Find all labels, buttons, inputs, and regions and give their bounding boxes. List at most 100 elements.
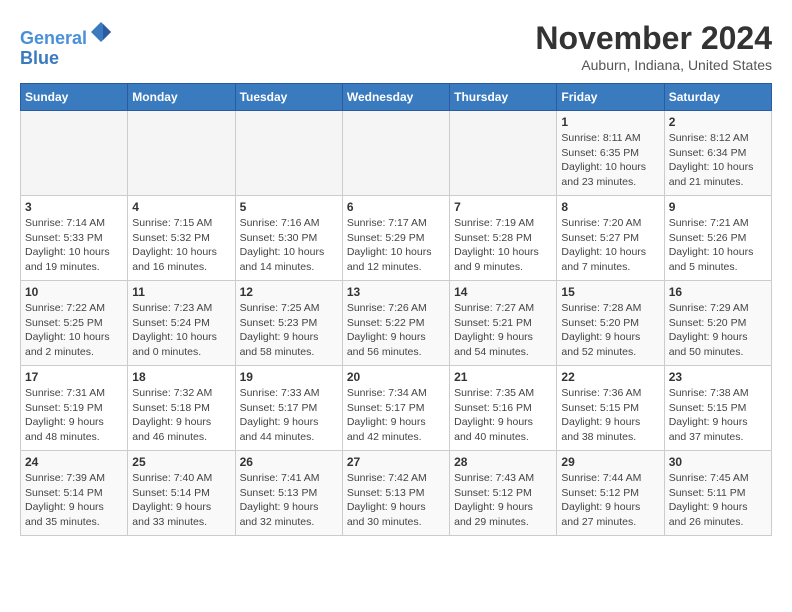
day-cell: 15 Sunrise: 7:28 AMSunset: 5:20 PMDayligh…: [557, 281, 664, 366]
month-title: November 2024: [535, 20, 772, 57]
day-cell: 26 Sunrise: 7:41 AMSunset: 5:13 PMDayligh…: [235, 451, 342, 536]
day-number: 24: [25, 455, 123, 469]
day-number: 8: [561, 200, 659, 214]
logo-general: General: [20, 28, 87, 48]
day-info: Sunrise: 7:43 AMSunset: 5:12 PMDaylight:…: [454, 471, 552, 530]
calendar: SundayMondayTuesdayWednesdayThursdayFrid…: [20, 83, 772, 536]
day-info: Sunrise: 7:15 AMSunset: 5:32 PMDaylight:…: [132, 216, 230, 275]
day-info: Sunrise: 7:31 AMSunset: 5:19 PMDaylight:…: [25, 386, 123, 445]
day-number: 16: [669, 285, 767, 299]
day-info: Sunrise: 8:11 AMSunset: 6:35 PMDaylight:…: [561, 131, 659, 190]
day-number: 10: [25, 285, 123, 299]
day-info: Sunrise: 7:32 AMSunset: 5:18 PMDaylight:…: [132, 386, 230, 445]
week-row-3: 10 Sunrise: 7:22 AMSunset: 5:25 PMDayligh…: [21, 281, 772, 366]
day-cell: 18 Sunrise: 7:32 AMSunset: 5:18 PMDayligh…: [128, 366, 235, 451]
day-number: 7: [454, 200, 552, 214]
day-number: 1: [561, 115, 659, 129]
day-number: 4: [132, 200, 230, 214]
weekday-header-monday: Monday: [128, 84, 235, 111]
day-number: 30: [669, 455, 767, 469]
day-info: Sunrise: 7:27 AMSunset: 5:21 PMDaylight:…: [454, 301, 552, 360]
day-info: Sunrise: 7:39 AMSunset: 5:14 PMDaylight:…: [25, 471, 123, 530]
day-number: 3: [25, 200, 123, 214]
day-cell: 23 Sunrise: 7:38 AMSunset: 5:15 PMDayligh…: [664, 366, 771, 451]
weekday-header-thursday: Thursday: [450, 84, 557, 111]
day-info: Sunrise: 7:23 AMSunset: 5:24 PMDaylight:…: [132, 301, 230, 360]
day-info: Sunrise: 7:42 AMSunset: 5:13 PMDaylight:…: [347, 471, 445, 530]
day-number: 22: [561, 370, 659, 384]
day-number: 6: [347, 200, 445, 214]
day-number: 15: [561, 285, 659, 299]
logo-icon: [89, 20, 113, 44]
day-number: 23: [669, 370, 767, 384]
day-cell: [128, 111, 235, 196]
day-cell: 2 Sunrise: 8:12 AMSunset: 6:34 PMDaylight…: [664, 111, 771, 196]
day-info: Sunrise: 7:14 AMSunset: 5:33 PMDaylight:…: [25, 216, 123, 275]
weekday-header-wednesday: Wednesday: [342, 84, 449, 111]
day-number: 29: [561, 455, 659, 469]
day-info: Sunrise: 7:19 AMSunset: 5:28 PMDaylight:…: [454, 216, 552, 275]
day-cell: 5 Sunrise: 7:16 AMSunset: 5:30 PMDaylight…: [235, 196, 342, 281]
day-cell: 25Sunrise: 7:40 AMSunset: 5:14 PMDayligh…: [128, 451, 235, 536]
location: Auburn, Indiana, United States: [535, 57, 772, 73]
logo-blue: Blue: [20, 48, 59, 68]
day-cell: 24 Sunrise: 7:39 AMSunset: 5:14 PMDayligh…: [21, 451, 128, 536]
day-cell: 13 Sunrise: 7:26 AMSunset: 5:22 PMDayligh…: [342, 281, 449, 366]
day-number: 18: [132, 370, 230, 384]
logo-text: General Blue: [20, 20, 113, 69]
day-cell: 28Sunrise: 7:43 AMSunset: 5:12 PMDayligh…: [450, 451, 557, 536]
day-cell: 3 Sunrise: 7:14 AMSunset: 5:33 PMDaylight…: [21, 196, 128, 281]
day-number: 25: [132, 455, 230, 469]
weekday-header-row: SundayMondayTuesdayWednesdayThursdayFrid…: [21, 84, 772, 111]
day-cell: [21, 111, 128, 196]
day-info: Sunrise: 7:44 AMSunset: 5:12 PMDaylight:…: [561, 471, 659, 530]
day-cell: 1 Sunrise: 8:11 AMSunset: 6:35 PMDaylight…: [557, 111, 664, 196]
day-cell: 21Sunrise: 7:35 AMSunset: 5:16 PMDayligh…: [450, 366, 557, 451]
logo: General Blue: [20, 20, 113, 69]
day-info: Sunrise: 7:25 AMSunset: 5:23 PMDaylight:…: [240, 301, 338, 360]
day-info: Sunrise: 7:22 AMSunset: 5:25 PMDaylight:…: [25, 301, 123, 360]
day-info: Sunrise: 7:20 AMSunset: 5:27 PMDaylight:…: [561, 216, 659, 275]
week-row-2: 3 Sunrise: 7:14 AMSunset: 5:33 PMDaylight…: [21, 196, 772, 281]
weekday-header-friday: Friday: [557, 84, 664, 111]
day-cell: 7 Sunrise: 7:19 AMSunset: 5:28 PMDaylight…: [450, 196, 557, 281]
day-cell: 29 Sunrise: 7:44 AMSunset: 5:12 PMDayligh…: [557, 451, 664, 536]
day-cell: [450, 111, 557, 196]
day-info: Sunrise: 7:16 AMSunset: 5:30 PMDaylight:…: [240, 216, 338, 275]
day-cell: 8 Sunrise: 7:20 AMSunset: 5:27 PMDaylight…: [557, 196, 664, 281]
day-info: Sunrise: 7:33 AMSunset: 5:17 PMDaylight:…: [240, 386, 338, 445]
day-cell: 19Sunrise: 7:33 AMSunset: 5:17 PMDayligh…: [235, 366, 342, 451]
day-cell: 22Sunrise: 7:36 AMSunset: 5:15 PMDayligh…: [557, 366, 664, 451]
day-number: 12: [240, 285, 338, 299]
day-info: Sunrise: 7:21 AMSunset: 5:26 PMDaylight:…: [669, 216, 767, 275]
day-cell: 30 Sunrise: 7:45 AMSunset: 5:11 PMDayligh…: [664, 451, 771, 536]
week-row-5: 24 Sunrise: 7:39 AMSunset: 5:14 PMDayligh…: [21, 451, 772, 536]
day-cell: 4 Sunrise: 7:15 AMSunset: 5:32 PMDaylight…: [128, 196, 235, 281]
day-number: 13: [347, 285, 445, 299]
day-cell: 27 Sunrise: 7:42 AMSunset: 5:13 PMDayligh…: [342, 451, 449, 536]
day-cell: 14Sunrise: 7:27 AMSunset: 5:21 PMDayligh…: [450, 281, 557, 366]
day-cell: 17 Sunrise: 7:31 AMSunset: 5:19 PMDayligh…: [21, 366, 128, 451]
day-number: 5: [240, 200, 338, 214]
weekday-header-sunday: Sunday: [21, 84, 128, 111]
day-info: Sunrise: 7:29 AMSunset: 5:20 PMDaylight:…: [669, 301, 767, 360]
day-info: Sunrise: 7:26 AMSunset: 5:22 PMDaylight:…: [347, 301, 445, 360]
week-row-4: 17 Sunrise: 7:31 AMSunset: 5:19 PMDayligh…: [21, 366, 772, 451]
day-info: Sunrise: 7:45 AMSunset: 5:11 PMDaylight:…: [669, 471, 767, 530]
day-number: 27: [347, 455, 445, 469]
day-cell: 16 Sunrise: 7:29 AMSunset: 5:20 PMDayligh…: [664, 281, 771, 366]
header: General Blue November 2024 Auburn, India…: [20, 20, 772, 73]
day-cell: 20Sunrise: 7:34 AMSunset: 5:17 PMDayligh…: [342, 366, 449, 451]
day-info: Sunrise: 7:41 AMSunset: 5:13 PMDaylight:…: [240, 471, 338, 530]
day-info: Sunrise: 7:28 AMSunset: 5:20 PMDaylight:…: [561, 301, 659, 360]
day-cell: [342, 111, 449, 196]
day-number: 26: [240, 455, 338, 469]
day-cell: [235, 111, 342, 196]
day-number: 2: [669, 115, 767, 129]
day-cell: 12 Sunrise: 7:25 AMSunset: 5:23 PMDayligh…: [235, 281, 342, 366]
day-info: Sunrise: 7:34 AMSunset: 5:17 PMDaylight:…: [347, 386, 445, 445]
day-info: Sunrise: 7:38 AMSunset: 5:15 PMDaylight:…: [669, 386, 767, 445]
day-info: Sunrise: 8:12 AMSunset: 6:34 PMDaylight:…: [669, 131, 767, 190]
day-number: 17: [25, 370, 123, 384]
title-section: November 2024 Auburn, Indiana, United St…: [535, 20, 772, 73]
